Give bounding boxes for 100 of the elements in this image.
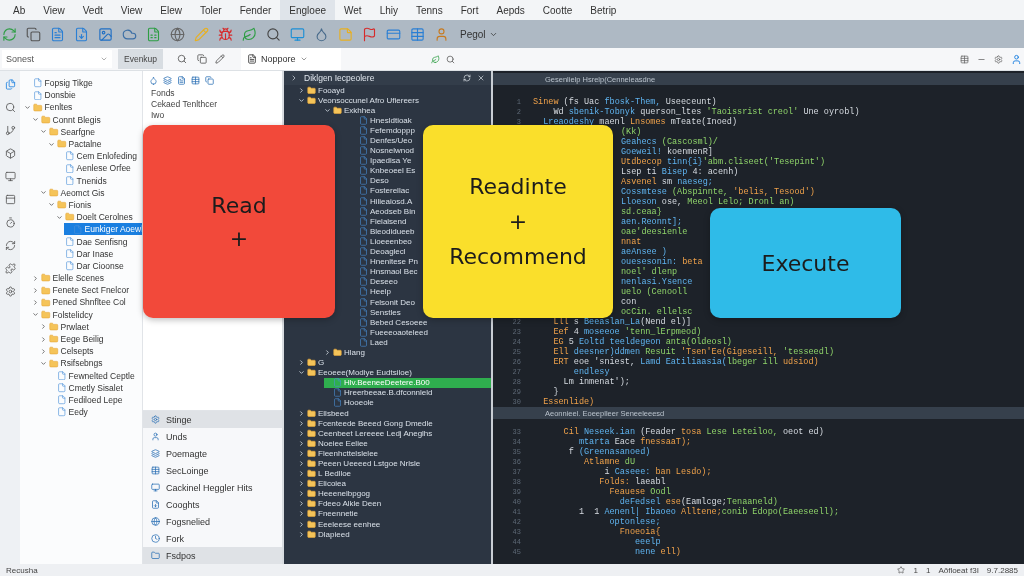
tree-item[interactable]: Eeeleese eenhee	[298, 519, 384, 530]
tree-item[interactable]: G	[298, 357, 328, 368]
tree-item[interactable]: Hnesldtioak	[350, 115, 415, 126]
tree-item[interactable]: Fosterellac	[350, 185, 413, 197]
collapse-caret-icon[interactable]	[298, 530, 305, 538]
tree-item[interactable]: Hilieaiosd.A	[350, 196, 416, 207]
tree-item[interactable]: Dae Senfisng	[56, 235, 131, 248]
expand-caret-icon[interactable]	[40, 359, 47, 367]
expand-caret-icon[interactable]	[48, 140, 55, 148]
collapse-caret-icon[interactable]	[298, 359, 305, 367]
menu-item[interactable]: Vedt	[73, 0, 112, 20]
tree-item[interactable]: Aeomct Gis	[40, 186, 108, 199]
tree-item[interactable]: Fefemdoppp	[350, 125, 418, 136]
tree-item[interactable]: Ipaedisa Ye	[350, 155, 415, 166]
search-icon[interactable]	[446, 54, 456, 64]
refresh-icon[interactable]	[463, 74, 471, 82]
pencil-icon[interactable]	[215, 54, 226, 64]
collapse-caret-icon[interactable]	[298, 470, 305, 478]
tree-item[interactable]: Fleenhcttelslelee	[298, 448, 382, 459]
tree-item[interactable]: Felsonit Deo	[350, 296, 418, 308]
menu-item[interactable]: Cackinel Heggler Hits	[143, 479, 282, 496]
tree-item[interactable]: Hooeole	[324, 397, 377, 408]
tree-item[interactable]: Bebed Cesoeee	[350, 317, 431, 328]
menu-item[interactable]: Unds	[143, 428, 282, 445]
menu-item[interactable]: Fort	[451, 0, 488, 20]
tree-item[interactable]: Prwlaet	[40, 320, 92, 333]
expand-caret-icon[interactable]	[298, 96, 305, 104]
table-icon[interactable]	[191, 75, 200, 85]
download-file-icon[interactable]	[74, 26, 89, 42]
tree-item[interactable]: Fcenteede Beeed Gong Dmedle	[298, 418, 436, 429]
menu-item[interactable]: Cootte	[533, 0, 582, 20]
tree-item[interactable]: Dlapieed	[298, 529, 353, 540]
settings-icon[interactable]	[994, 54, 1003, 64]
collapse-caret-icon[interactable]	[298, 439, 305, 447]
chevron-icon[interactable]	[290, 74, 298, 82]
input-field[interactable]: Sonest	[2, 50, 112, 68]
menu-item[interactable]: Wet	[335, 0, 371, 20]
tree-item[interactable]: Tnenids	[56, 174, 110, 187]
menu-item[interactable]: Poemagte	[143, 445, 282, 462]
expand-caret-icon[interactable]	[48, 201, 55, 209]
cloud-icon[interactable]	[122, 26, 137, 42]
tree-item[interactable]: Exkhhea	[324, 105, 379, 116]
tree-item[interactable]: Connt Blegis	[32, 113, 104, 126]
list-item[interactable]: Cekaed Tenlthcer	[143, 98, 282, 109]
tree-item[interactable]: Elicoiea	[298, 478, 349, 489]
menu-item[interactable]: Fender	[230, 0, 281, 20]
spreadsheet-icon[interactable]	[146, 26, 161, 42]
collapse-caret-icon[interactable]	[298, 510, 305, 518]
tree-item[interactable]: Fooayd	[298, 85, 348, 96]
expand-caret-icon[interactable]	[40, 128, 47, 136]
expand-caret-icon[interactable]	[32, 311, 39, 319]
tree-item[interactable]: Denfes/Ueo	[350, 135, 416, 146]
collapse-caret-icon[interactable]	[40, 335, 47, 343]
layers-icon[interactable]	[163, 75, 172, 85]
tree-item[interactable]: Peeen Ueeeed Lstgoe Nrlsle	[298, 458, 424, 469]
collapse-caret-icon[interactable]	[40, 323, 47, 331]
tree-item[interactable]: Rsifsebngs	[40, 357, 106, 370]
timer-icon[interactable]	[4, 217, 16, 228]
tree-item[interactable]: Laed	[350, 337, 391, 348]
files-icon[interactable]	[4, 79, 16, 90]
tree-item[interactable]: L Bedlloe	[298, 468, 355, 479]
monitor-icon[interactable]	[4, 171, 16, 182]
tree-item[interactable]: Fneennetie	[298, 508, 362, 520]
toolbar-button[interactable]: Evenkup	[118, 49, 164, 69]
tree-item[interactable]: Doelt Cerolnes	[56, 211, 136, 224]
refresh-icon[interactable]	[4, 240, 16, 251]
menu-item[interactable]: Ab	[4, 0, 35, 20]
tree-item[interactable]: Donsbie	[24, 89, 79, 102]
collapse-caret-icon[interactable]	[32, 286, 39, 294]
tree-item[interactable]: Deso	[350, 175, 392, 186]
list-item[interactable]: Fonds	[143, 87, 282, 98]
flag-icon[interactable]	[362, 26, 377, 42]
tree-item[interactable]: Lioeeenbeo	[350, 236, 415, 247]
menu-item[interactable]: Elew	[151, 0, 191, 20]
globe-icon[interactable]	[170, 26, 185, 42]
tree-item[interactable]: Hnsmaol Bec	[350, 266, 421, 277]
tree-item[interactable]: Aenlese Orfee	[56, 162, 134, 175]
monitor-icon[interactable]	[290, 26, 305, 42]
tree-item[interactable]: Knbeoeel Es	[350, 165, 419, 176]
collapse-caret-icon[interactable]	[298, 500, 305, 508]
collapse-caret-icon[interactable]	[298, 409, 305, 417]
tree-item[interactable]: Bleodidueeb	[350, 226, 418, 237]
tree-item[interactable]: Heelp	[350, 286, 394, 297]
collapse-caret-icon[interactable]	[298, 419, 305, 427]
expand-caret-icon[interactable]	[298, 369, 305, 377]
leaf-icon[interactable]	[242, 26, 257, 42]
collapse-caret-icon[interactable]	[298, 429, 305, 437]
editor-tab[interactable]: Noppore	[241, 48, 342, 70]
expand-caret-icon[interactable]	[56, 213, 63, 221]
expand-caret-icon[interactable]	[40, 189, 47, 197]
tree-item[interactable]: Dar Inase	[56, 247, 117, 260]
collapse-caret-icon[interactable]	[298, 520, 305, 528]
menu-item[interactable]: Fork	[143, 530, 282, 547]
search-icon[interactable]	[4, 102, 16, 113]
tree-item[interactable]: Veonsoccunel Afro Ufiereers	[298, 95, 422, 106]
image-icon[interactable]	[98, 26, 113, 42]
menu-item[interactable]: Fsdpos	[143, 547, 282, 564]
copy-icon[interactable]	[205, 75, 214, 85]
document-icon[interactable]	[177, 75, 186, 85]
tree-item[interactable]: Fenltes	[24, 101, 76, 114]
